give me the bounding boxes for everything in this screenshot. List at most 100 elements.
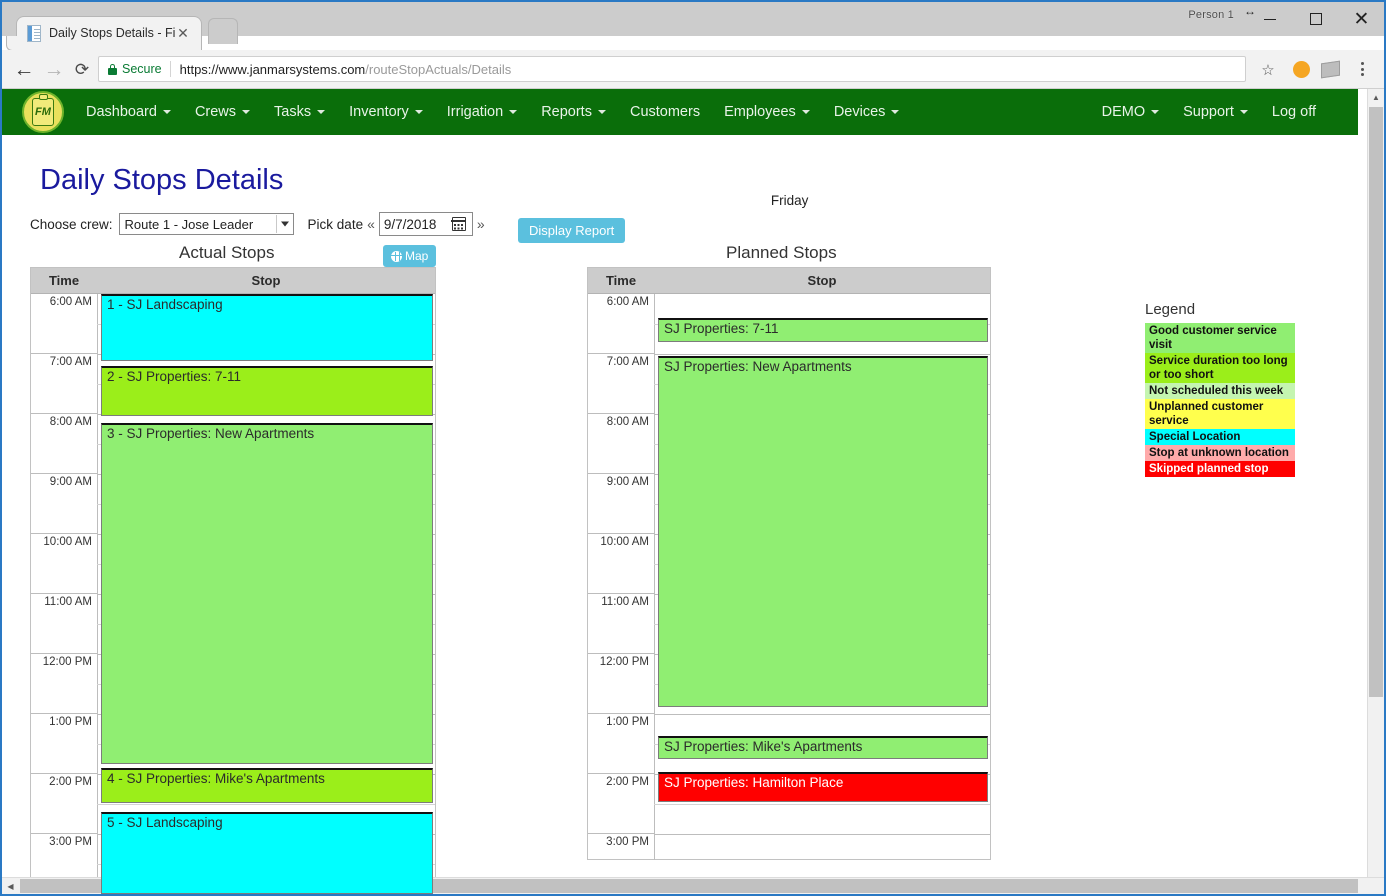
time-label: 12:00 PM bbox=[42, 656, 92, 668]
nav-item-devices[interactable]: Devices bbox=[822, 89, 912, 135]
stop-event-block[interactable]: SJ Properties: New Apartments bbox=[658, 356, 988, 707]
hour-gridline bbox=[654, 354, 990, 355]
next-date-icon[interactable]: » bbox=[477, 216, 485, 232]
nav-item-customers[interactable]: Customers bbox=[618, 89, 712, 135]
time-slot-row: 11:00 AM bbox=[31, 594, 97, 654]
legend-box: Good customer service visit Service durat… bbox=[1145, 323, 1295, 477]
stop-event-block[interactable]: 2 - SJ Properties: 7-11 bbox=[101, 366, 433, 416]
crew-select[interactable]: Route 1 - Jose Leader bbox=[118, 213, 294, 235]
nav-label: Support bbox=[1183, 104, 1234, 120]
reload-icon[interactable]: ⟳ bbox=[70, 58, 94, 82]
actual-event-column: 1 - SJ Landscaping 2 - SJ Properties: 7-1… bbox=[97, 294, 435, 894]
nav-item-employees[interactable]: Employees bbox=[712, 89, 822, 135]
actual-table-header: Time Stop bbox=[31, 268, 435, 294]
pick-date-label: Pick date bbox=[307, 216, 364, 232]
time-label: 9:00 AM bbox=[49, 476, 92, 488]
nav-item-demo[interactable]: DEMO bbox=[1090, 89, 1172, 135]
navbar-right-items: DEMO Support Log off bbox=[1090, 89, 1328, 135]
lock-icon bbox=[108, 63, 117, 75]
extension-orange-icon[interactable] bbox=[1293, 61, 1310, 78]
nav-item-support[interactable]: Support bbox=[1171, 89, 1260, 135]
nav-label: Customers bbox=[629, 104, 701, 120]
time-label: 7:00 AM bbox=[606, 356, 649, 368]
extension-gray-icon[interactable] bbox=[1321, 60, 1340, 79]
nav-item-irrigation[interactable]: Irrigation bbox=[435, 89, 529, 135]
vertical-scroll-thumb[interactable] bbox=[1369, 107, 1383, 697]
url-text: https://www.janmarsystems.com/routeStopA… bbox=[180, 62, 512, 77]
address-bar[interactable]: Secure https://www.janmarsystems.com/rou… bbox=[98, 56, 1246, 82]
actual-stops-heading: Actual Stops bbox=[179, 243, 275, 262]
legend-item: Service duration too long or too short bbox=[1145, 353, 1295, 383]
forward-icon[interactable]: → bbox=[42, 58, 66, 82]
hour-gridline bbox=[654, 834, 990, 835]
browser-toolbar: ← → ⟳ Secure https://www.janmarsystems.c… bbox=[2, 50, 1384, 89]
back-icon[interactable]: ← bbox=[12, 58, 36, 82]
stop-event-block[interactable]: 5 - SJ Landscaping bbox=[101, 812, 433, 894]
browser-menu-icon[interactable] bbox=[1354, 59, 1370, 79]
stop-event-block[interactable]: SJ Properties: 7-11 bbox=[658, 318, 988, 342]
hour-gridline bbox=[654, 714, 990, 715]
chevron-down-icon bbox=[597, 110, 606, 114]
planned-stops-heading: Planned Stops bbox=[726, 243, 837, 262]
legend-item: Skipped planned stop bbox=[1145, 461, 1295, 477]
nav-item-dashboard[interactable]: Dashboard bbox=[74, 89, 183, 135]
globe-icon bbox=[391, 250, 402, 262]
day-name-label: Friday bbox=[770, 193, 809, 208]
time-label: 11:00 AM bbox=[44, 596, 92, 608]
browser-tab[interactable]: Daily Stops Details - Field ✕ bbox=[6, 16, 202, 51]
filter-controls: Choose crew: Route 1 - Jose Leader Pick … bbox=[30, 193, 808, 239]
app-navbar: FM Dashboard Crews Tasks Inventory Irrig… bbox=[2, 89, 1358, 135]
time-label: 2:00 PM bbox=[606, 776, 649, 788]
time-label: 6:00 AM bbox=[606, 296, 649, 308]
actual-time-column: 6:00 AM 7:00 AM 8:00 AM 9:00 AM 10:00 AM 11:0… bbox=[31, 294, 98, 894]
calendar-icon[interactable] bbox=[451, 217, 467, 231]
stop-event-block[interactable]: SJ Properties: Mike's Apartments bbox=[658, 736, 988, 759]
planned-grid: 6:00 AM 7:00 AM 8:00 AM 9:00 AM 10:00 AM 11:0… bbox=[588, 294, 990, 860]
time-slot-row: 8:00 AM bbox=[588, 414, 654, 474]
planned-table-header: Time Stop bbox=[588, 268, 990, 294]
scroll-left-icon[interactable]: ◀ bbox=[2, 878, 19, 894]
stop-event-block[interactable]: SJ Properties: Hamilton Place bbox=[658, 772, 988, 802]
map-button[interactable]: Map bbox=[383, 245, 437, 267]
select-divider bbox=[275, 215, 277, 233]
display-report-button[interactable]: Display Report bbox=[518, 218, 626, 243]
time-slot-row: 11:00 AM bbox=[588, 594, 654, 654]
nav-item-reports[interactable]: Reports bbox=[529, 89, 618, 135]
bookmark-star-icon[interactable]: ☆ bbox=[1258, 60, 1278, 80]
nav-item-logoff[interactable]: Log off bbox=[1260, 89, 1328, 135]
time-slot-row: 8:00 AM bbox=[31, 414, 97, 474]
time-slot-row: 10:00 AM bbox=[588, 534, 654, 594]
legend-item: Good customer service visit bbox=[1145, 323, 1295, 353]
chevron-down-icon bbox=[414, 110, 423, 114]
date-value: 9/7/2018 bbox=[383, 216, 437, 232]
fm-logo-icon[interactable]: FM bbox=[22, 91, 64, 133]
url-path: /routeStopActuals/Details bbox=[365, 61, 512, 77]
nav-item-tasks[interactable]: Tasks bbox=[262, 89, 337, 135]
stop-event-block[interactable]: 4 - SJ Properties: Mike's Apartments bbox=[101, 768, 433, 803]
half-hour-gridline bbox=[97, 804, 435, 805]
nav-item-crews[interactable]: Crews bbox=[183, 89, 262, 135]
time-slot-row: 9:00 AM bbox=[31, 474, 97, 534]
vertical-scrollbar[interactable]: ▲ ▼ bbox=[1367, 89, 1384, 894]
new-tab-button[interactable] bbox=[208, 18, 238, 44]
time-slot-row: 2:00 PM bbox=[31, 774, 97, 834]
page-content: Daily Stops Details Choose crew: Route 1… bbox=[2, 135, 1358, 894]
nav-label: Log off bbox=[1271, 104, 1316, 120]
time-label: 7:00 AM bbox=[49, 356, 92, 368]
nav-label: Employees bbox=[724, 104, 796, 120]
date-input[interactable]: Friday 9/7/2018 bbox=[378, 193, 808, 236]
chevron-down-icon bbox=[162, 110, 171, 114]
legend-title: Legend bbox=[1145, 301, 1196, 318]
scroll-up-icon[interactable]: ▲ bbox=[1368, 89, 1384, 106]
stop-event-block[interactable]: 1 - SJ Landscaping bbox=[101, 294, 433, 361]
time-label: 10:00 AM bbox=[600, 536, 649, 548]
nav-label: Tasks bbox=[274, 104, 312, 120]
chevron-down-icon bbox=[1239, 110, 1248, 114]
legend-item: Stop at unknown location bbox=[1145, 445, 1295, 461]
legend-item: Unplanned customer service bbox=[1145, 399, 1295, 429]
nav-item-inventory[interactable]: Inventory bbox=[337, 89, 435, 135]
stop-event-block[interactable]: 3 - SJ Properties: New Apartments bbox=[101, 423, 433, 764]
tab-close-icon[interactable]: ✕ bbox=[175, 25, 191, 41]
prev-date-icon[interactable]: « bbox=[367, 216, 375, 232]
chevron-down-icon bbox=[280, 221, 289, 227]
